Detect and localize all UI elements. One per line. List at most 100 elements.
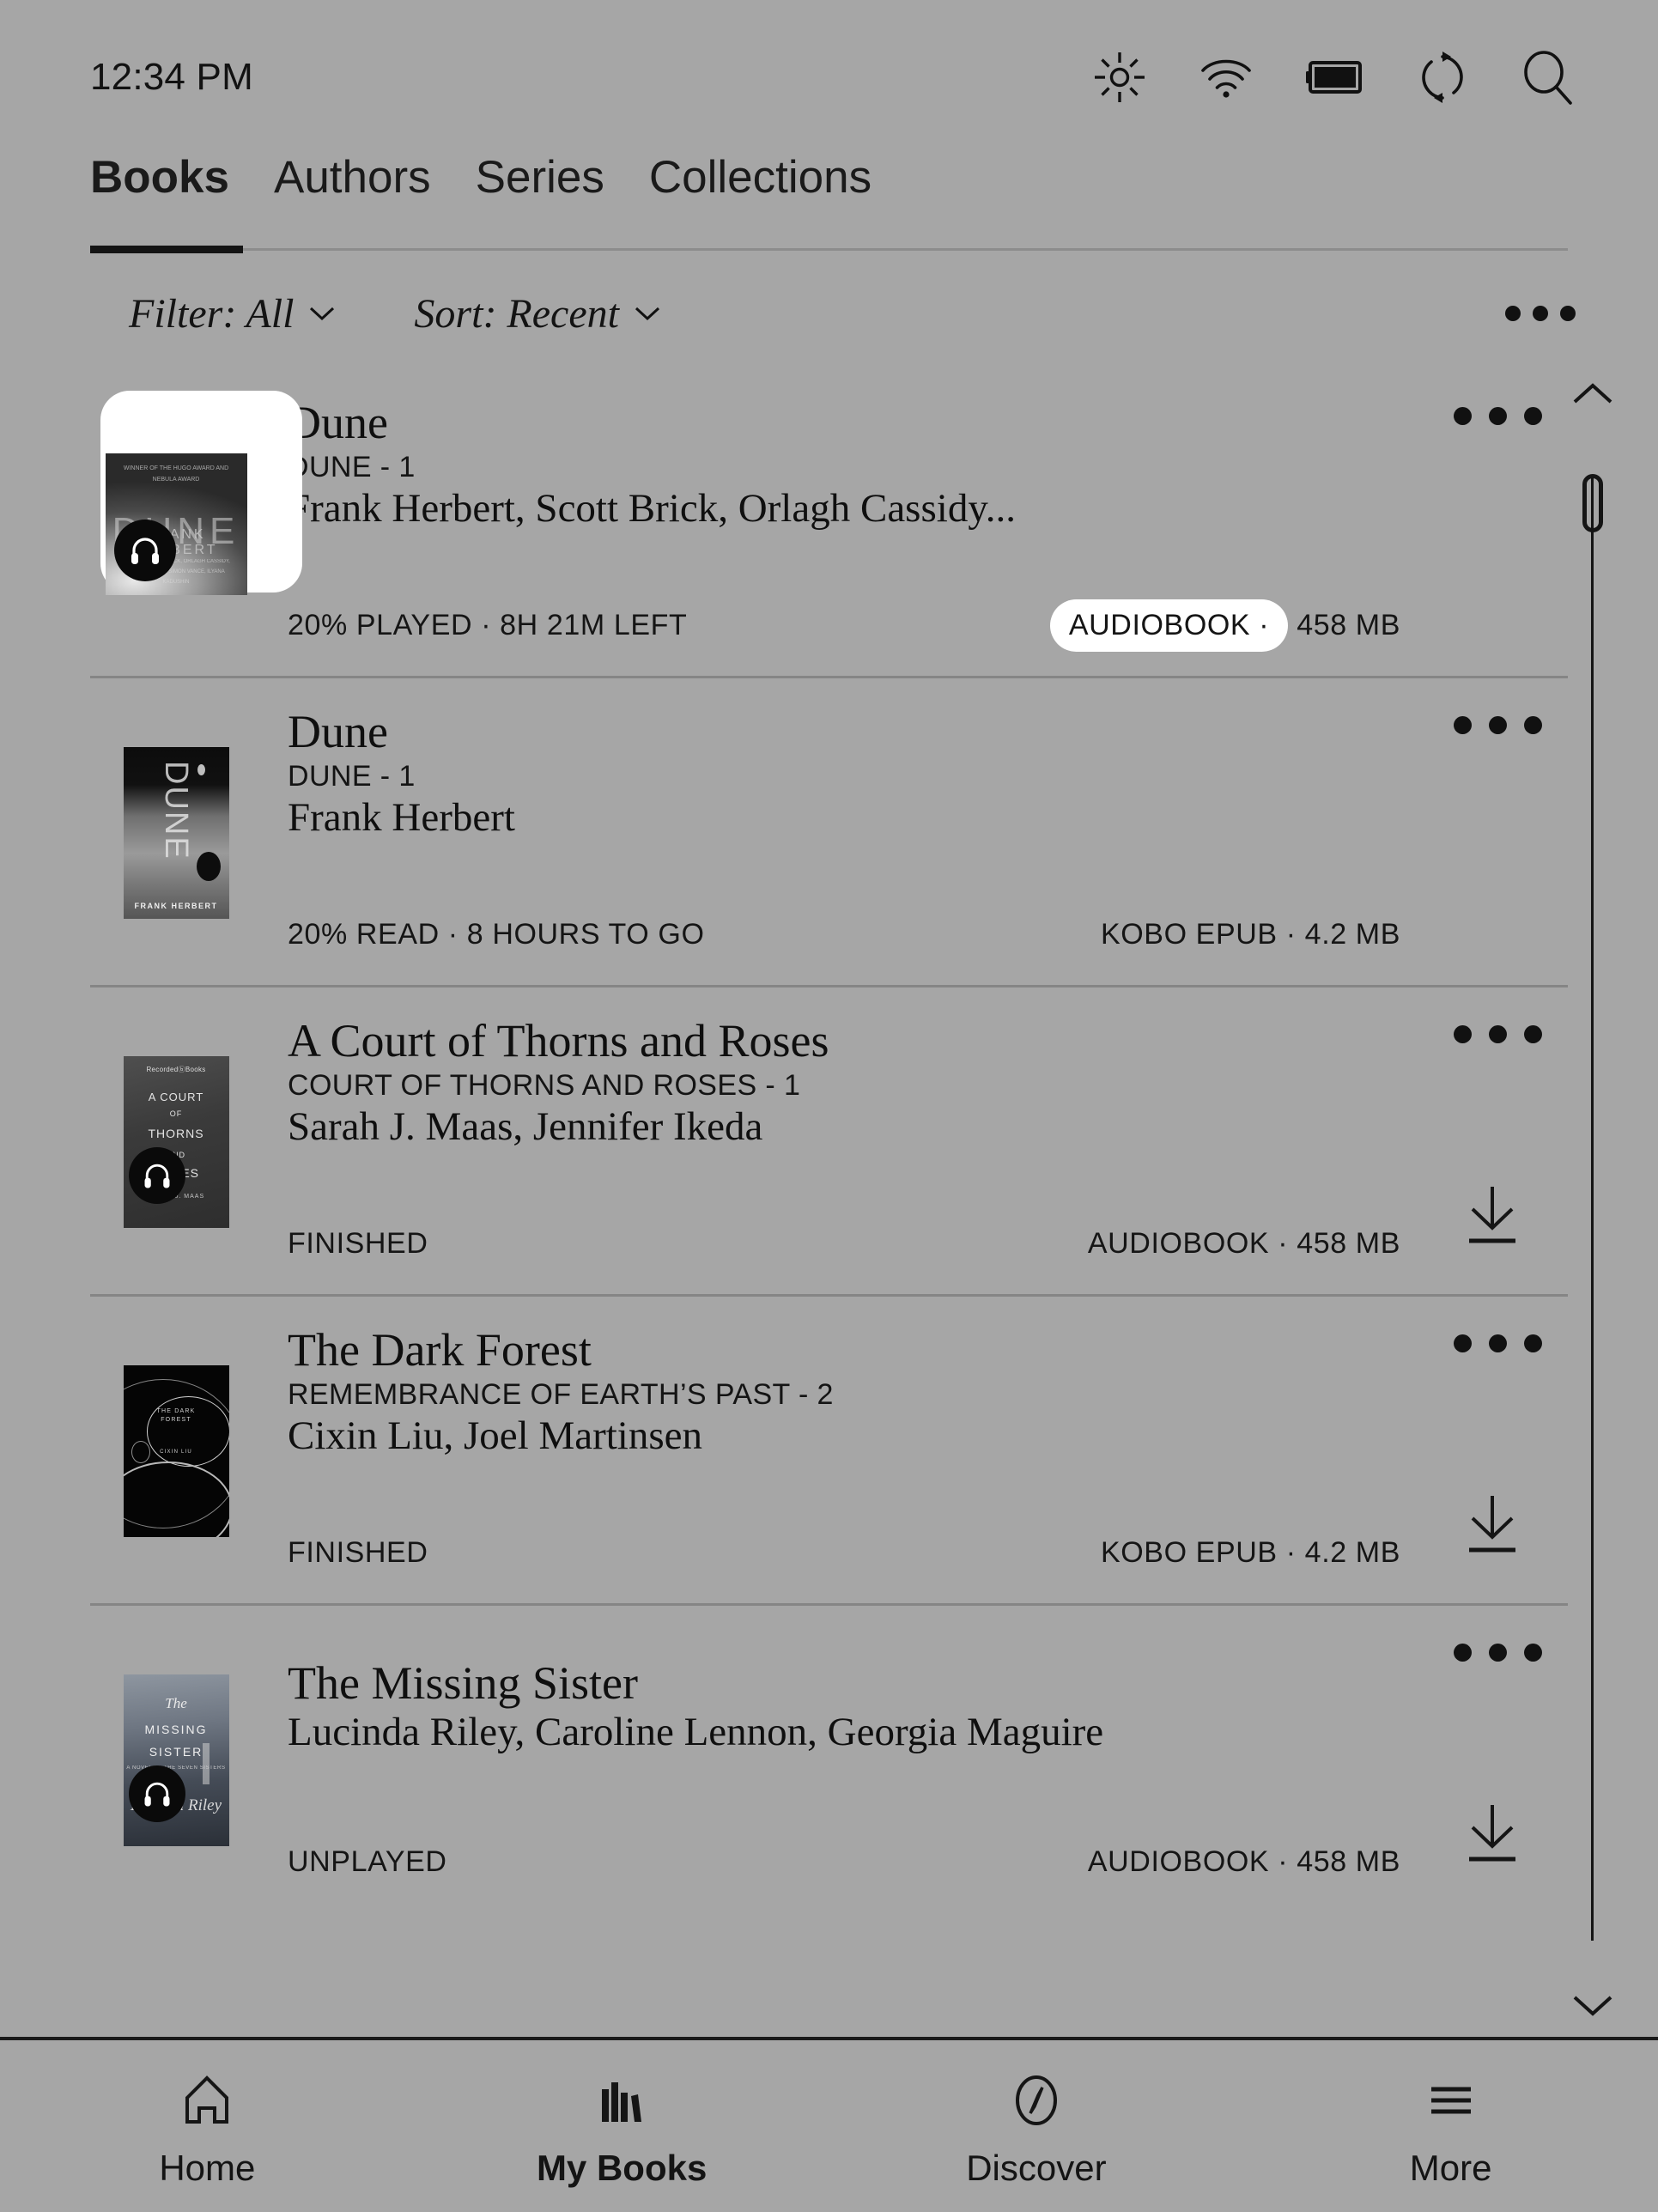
book-list-area: WINNER OF THE HUGO AWARD AND NEBULA AWAR… xyxy=(0,369,1658,2037)
dot xyxy=(1454,716,1472,734)
cover-art-line: THE DARK xyxy=(156,1408,196,1414)
kobo-library-screen: 12:34 PM Books Authors Series Collection… xyxy=(0,0,1658,2212)
nav-item-discover[interactable]: Discover xyxy=(829,2040,1244,2212)
cover-art-title: DUNE xyxy=(158,761,195,860)
download-icon[interactable] xyxy=(1461,1802,1524,1867)
book-cover-container[interactable]: The MISSING SISTER A NOVEL OF THE SEVEN … xyxy=(90,1606,262,1915)
chevron-down-icon xyxy=(310,307,335,321)
sync-icon[interactable] xyxy=(1416,51,1469,104)
cover-art-lighthouse xyxy=(203,1743,210,1784)
battery-icon[interactable] xyxy=(1306,58,1364,96)
scrollbar[interactable] xyxy=(1562,369,1622,2037)
filter-sort-bar: Filter: All Sort: Recent xyxy=(0,258,1658,369)
book-info: A Court of Thorns and Roses COURT OF THO… xyxy=(262,988,1400,1297)
books-icon xyxy=(602,2082,642,2122)
book-info: Dune DUNE - 1 Frank Herbert 20% READ · 8… xyxy=(262,678,1400,988)
dot xyxy=(1454,407,1472,425)
nav-label: More xyxy=(1409,2148,1492,2188)
cover-art: The MISSING SISTER A NOVEL OF THE SEVEN … xyxy=(123,1674,229,1846)
book-title: The Missing Sister xyxy=(288,1657,639,1709)
cover-art-publisher: RecordedⓑBooks xyxy=(146,1066,206,1073)
row-overflow-menu-button[interactable] xyxy=(1454,1025,1542,1043)
tab-books[interactable]: Books xyxy=(90,155,229,200)
book-format: AUDIOBOOK · 458 MB xyxy=(1087,1845,1400,1878)
scroll-down-chevron-icon[interactable] xyxy=(1572,1992,1613,2018)
book-status: 20% READ · 8 HOURS TO GO xyxy=(288,918,705,951)
book-meta-row: FINISHED AUDIOBOOK · 458 MB xyxy=(288,1227,1400,1261)
sort-dropdown[interactable]: Sort: Recent xyxy=(414,290,660,337)
download-icon[interactable] xyxy=(1461,1183,1524,1249)
cover-art: DUNE FRANK HERBERT xyxy=(123,747,229,919)
cover-art-line: SISTER xyxy=(149,1745,203,1759)
compass-icon xyxy=(1015,2075,1057,2125)
book-cover-container[interactable]: WINNER OF THE HUGO AWARD AND NEBULA AWAR… xyxy=(90,369,302,678)
table-row[interactable]: RecordedⓑBooks A COURT OF THORNS AND ROS… xyxy=(0,988,1658,1297)
dot xyxy=(1524,1334,1542,1352)
book-list: WINNER OF THE HUGO AWARD AND NEBULA AWAR… xyxy=(0,369,1658,1915)
row-overflow-menu-button[interactable] xyxy=(1454,407,1542,425)
tab-authors[interactable]: Authors xyxy=(274,155,431,200)
tab-divider xyxy=(90,248,1568,251)
nav-item-my-books[interactable]: My Books xyxy=(415,2040,829,2212)
sort-label: Sort: Recent xyxy=(414,290,619,337)
table-row[interactable]: The MISSING SISTER A NOVEL OF THE SEVEN … xyxy=(0,1606,1658,1915)
scrollbar-thumb[interactable] xyxy=(1582,474,1603,532)
book-cover[interactable]: THE DARK FOREST CIXIN LIU xyxy=(123,1365,229,1537)
book-meta-row: 20% READ · 8 HOURS TO GO KOBO EPUB · 4.2… xyxy=(288,918,1400,951)
tab-collections[interactable]: Collections xyxy=(649,155,872,200)
headphones-badge-icon xyxy=(128,1147,185,1204)
nav-label: My Books xyxy=(536,2148,708,2188)
nav-label: Home xyxy=(159,2148,256,2188)
dot xyxy=(1454,1334,1472,1352)
library-overflow-menu-button[interactable] xyxy=(1505,306,1576,321)
book-cover[interactable]: RecordedⓑBooks A COURT OF THORNS AND ROS… xyxy=(123,1056,229,1228)
book-cover[interactable]: WINNER OF THE HUGO AWARD AND NEBULA AWAR… xyxy=(105,453,247,595)
table-row[interactable]: THE DARK FOREST CIXIN LIU The Dark Fores… xyxy=(0,1297,1658,1606)
tab-series[interactable]: Series xyxy=(476,155,604,200)
dot xyxy=(1489,407,1507,425)
dot xyxy=(1524,1025,1542,1043)
book-meta-row: UNPLAYED AUDIOBOOK · 458 MB xyxy=(288,1845,1400,1879)
book-meta-row: FINISHED KOBO EPUB · 4.2 MB xyxy=(288,1536,1400,1570)
nav-item-home[interactable]: Home xyxy=(0,2040,415,2212)
wifi-icon[interactable] xyxy=(1198,53,1254,101)
dot xyxy=(1533,306,1548,321)
home-icon xyxy=(185,2075,229,2124)
status-bar: 12:34 PM xyxy=(0,0,1658,155)
table-row[interactable]: WINNER OF THE HUGO AWARD AND NEBULA AWAR… xyxy=(0,369,1658,678)
book-cover-container[interactable]: RecordedⓑBooks A COURT OF THORNS AND ROS… xyxy=(90,988,262,1297)
cover-art-line: OF xyxy=(169,1109,183,1118)
book-cover[interactable]: DUNE FRANK HERBERT xyxy=(123,747,229,919)
cover-art: RecordedⓑBooks A COURT OF THORNS AND ROS… xyxy=(123,1056,229,1228)
library-tabs: Books Authors Series Collections xyxy=(0,155,1658,258)
nav-item-more[interactable]: More xyxy=(1243,2040,1658,2212)
bottom-navigation-bar: Home My Books Discover More xyxy=(0,2037,1658,2212)
book-cover-container[interactable]: DUNE FRANK HERBERT xyxy=(90,678,262,988)
scroll-up-chevron-icon[interactable] xyxy=(1572,381,1613,407)
book-cover[interactable]: The MISSING SISTER A NOVEL OF THE SEVEN … xyxy=(123,1674,229,1846)
book-cover-container[interactable]: THE DARK FOREST CIXIN LIU xyxy=(90,1297,262,1606)
cover-art-line: A COURT xyxy=(148,1091,204,1103)
dot xyxy=(1524,716,1542,734)
row-overflow-menu-button[interactable] xyxy=(1454,1644,1542,1662)
cover-art-subtitle: A NOVEL OF THE SEVEN SISTERS xyxy=(126,1765,226,1771)
book-series: DUNE - 1 xyxy=(288,760,416,793)
search-icon[interactable] xyxy=(1521,50,1576,105)
book-author: Frank Herbert, Scott Brick, Orlagh Cassi… xyxy=(288,486,1017,532)
book-author: Cixin Liu, Joel Martinsen xyxy=(288,1413,703,1459)
row-overflow-menu-button[interactable] xyxy=(1454,716,1542,734)
dot xyxy=(1524,1644,1542,1662)
book-author: Frank Herbert xyxy=(288,795,515,841)
nav-label: Discover xyxy=(966,2148,1107,2188)
dot xyxy=(1454,1644,1472,1662)
cover-art-moon xyxy=(197,764,206,775)
filter-dropdown[interactable]: Filter: All xyxy=(129,290,335,337)
table-row[interactable]: DUNE FRANK HERBERT Dune DUNE - 1 Frank H… xyxy=(0,678,1658,988)
cover-art-line: THORNS xyxy=(148,1127,204,1140)
scrollbar-track[interactable] xyxy=(1591,476,1594,1941)
download-icon[interactable] xyxy=(1461,1492,1524,1558)
book-title: The Dark Forest xyxy=(288,1324,592,1376)
cover-art-author: CIXIN LIU xyxy=(160,1449,192,1455)
row-overflow-menu-button[interactable] xyxy=(1454,1334,1542,1352)
brightness-icon[interactable] xyxy=(1093,51,1146,104)
